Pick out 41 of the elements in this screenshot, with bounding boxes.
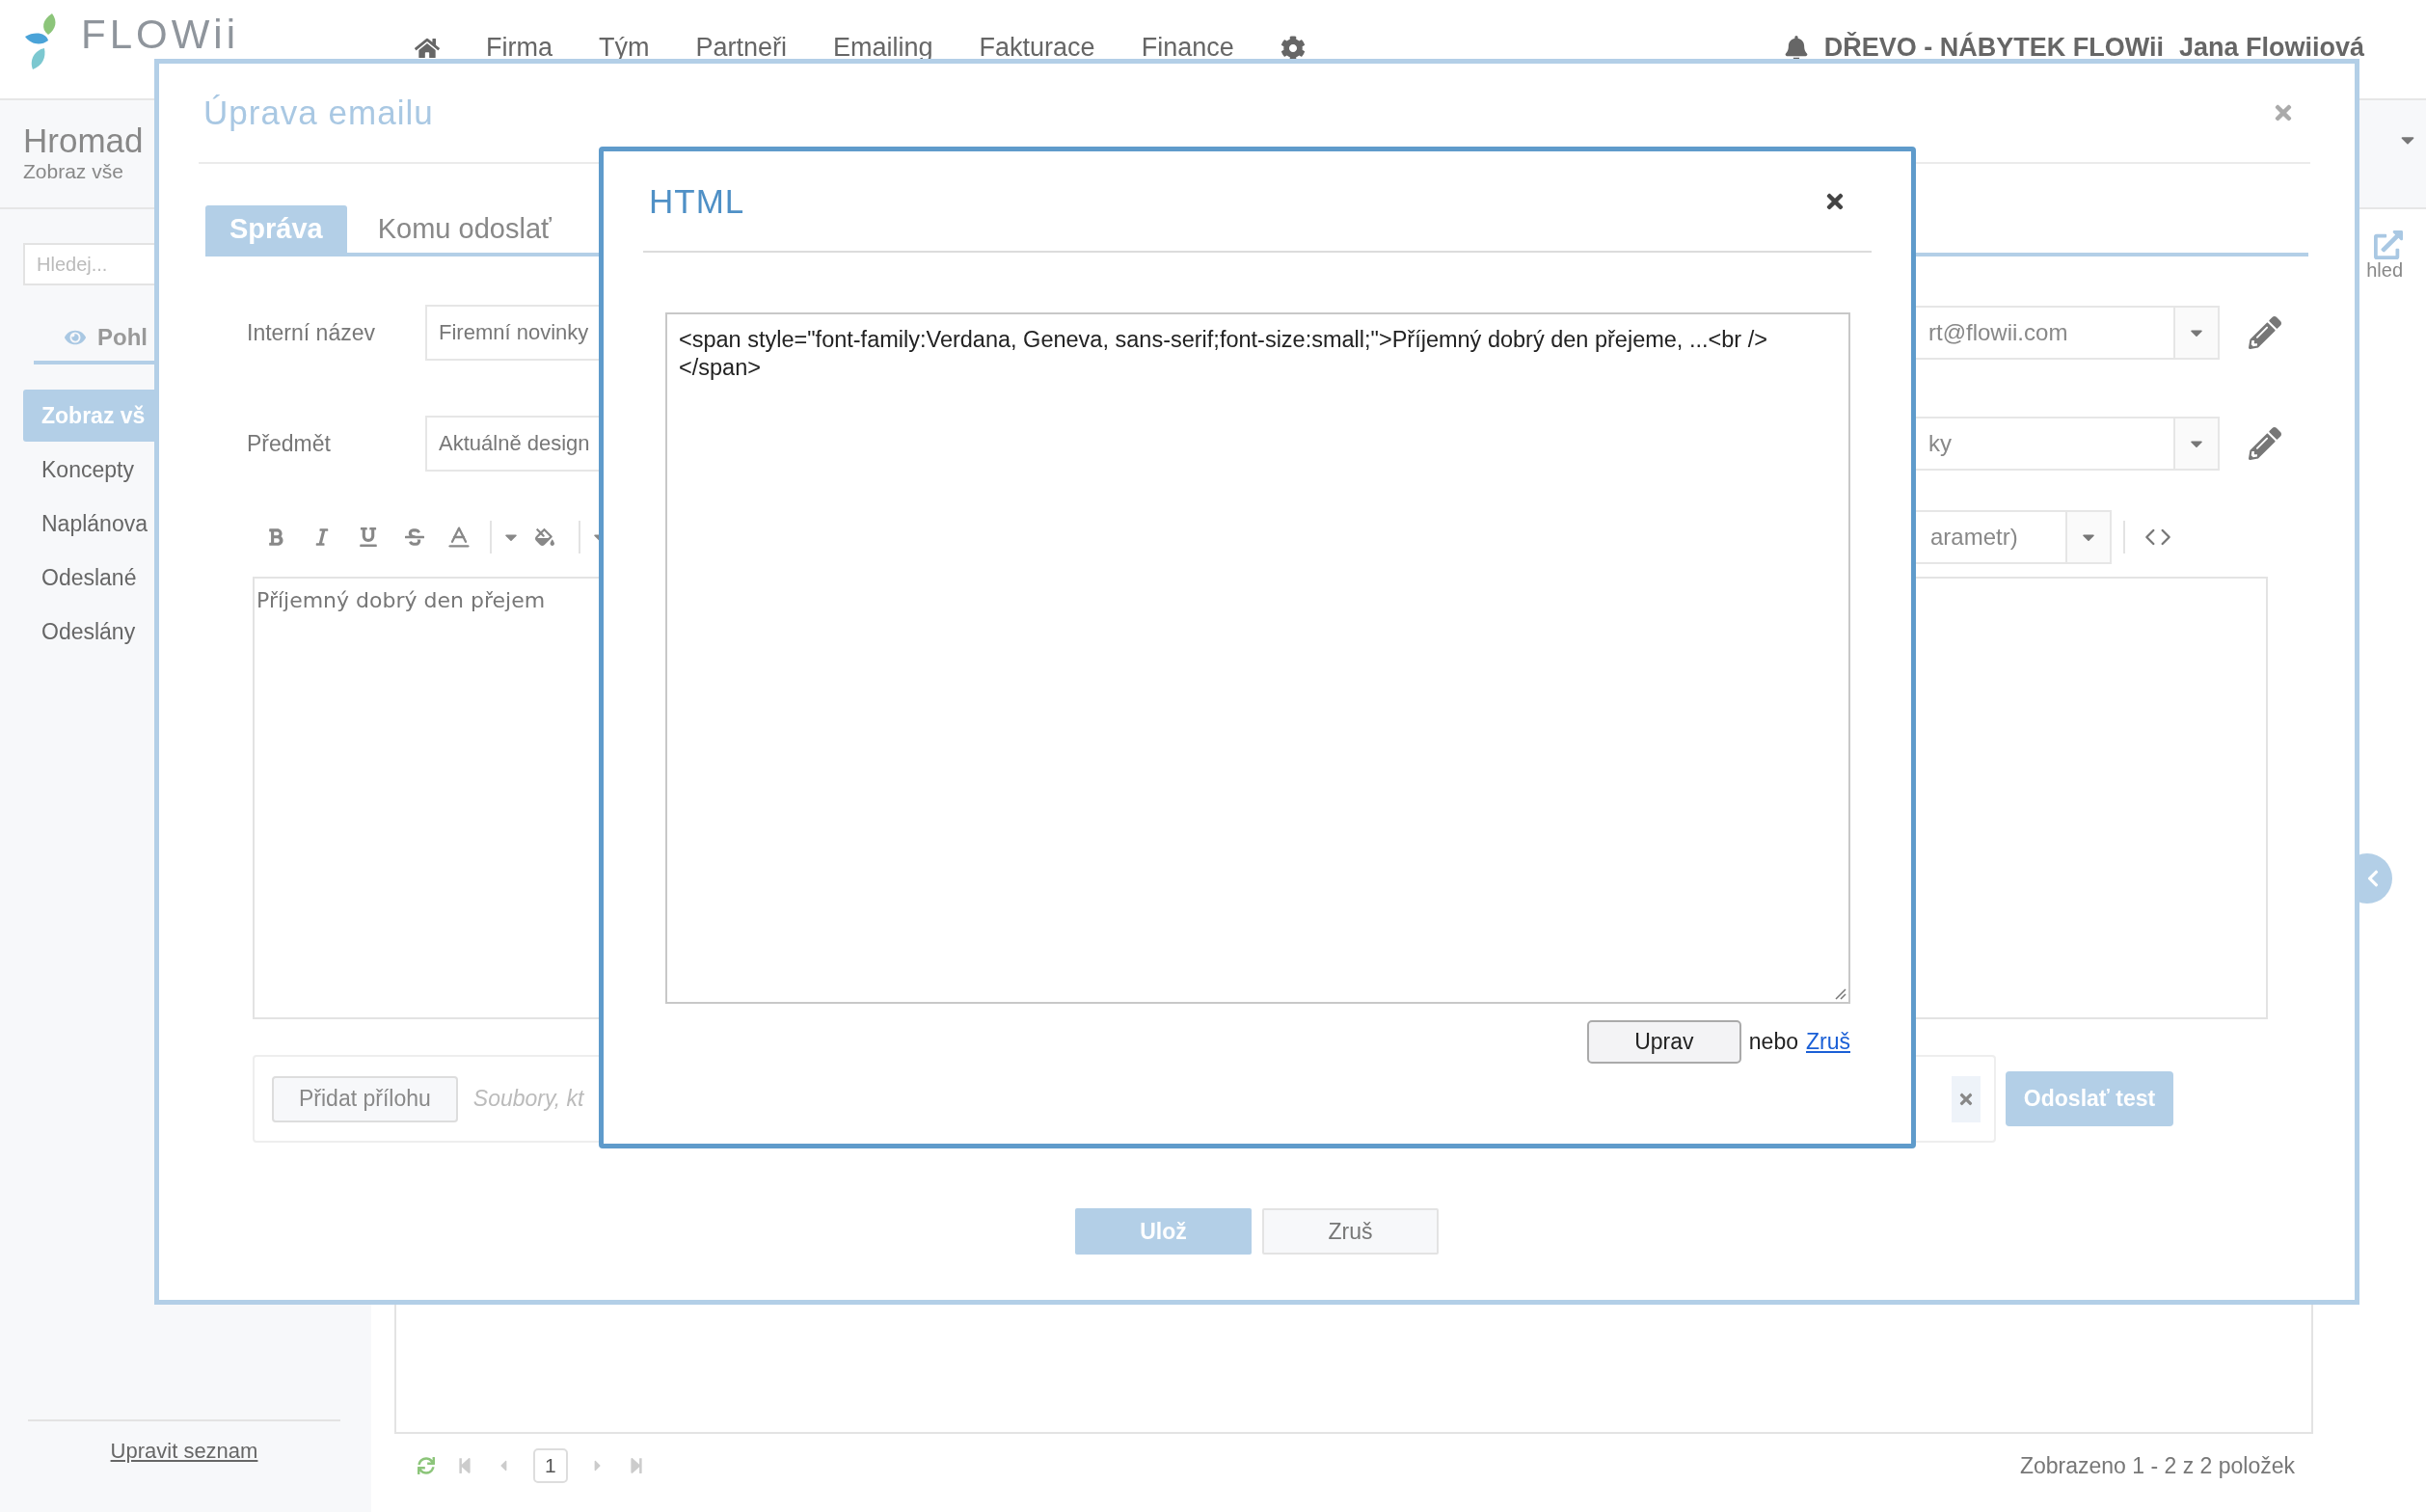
nav-link[interactable]: Firma (486, 33, 553, 63)
field-label: Předmět (247, 430, 332, 457)
caret-icon[interactable] (2173, 418, 2218, 469)
logo-text: FLOWii (81, 14, 239, 56)
add-attachment-button[interactable]: Přidat přílohu (272, 1075, 458, 1122)
field-label: Interní název (247, 319, 376, 346)
cancel-link[interactable]: Zruš (1806, 1029, 1850, 1055)
company-name[interactable]: DŘEVO - NÁBYTEK FLOWii (1823, 33, 2164, 63)
page-title: Hromad (23, 122, 145, 160)
code-field[interactable]: <span style="font-family:Verdana, Geneva, sans-serif;font-size:small;">Příjemný dobrý den přejeme, ...<br /> </span> (665, 312, 1850, 1004)
select-value: arametr) (1930, 524, 2018, 551)
tab[interactable]: Komu odoslať (346, 205, 582, 253)
resize-grip-icon[interactable] (1833, 986, 1846, 1000)
nav-link[interactable]: Emailing (833, 33, 933, 63)
items-summary: Zobrazeno 1 - 2 z 2 položek (2019, 1452, 2295, 1479)
pencil-icon[interactable] (2249, 427, 2281, 460)
view-tab-label: Pohl (97, 324, 148, 351)
nav-link[interactable]: Partneři (695, 33, 788, 63)
bell-icon[interactable] (1783, 35, 1809, 61)
cancel-button[interactable]: Zruš (1262, 1208, 1439, 1255)
dialog-title: Úprava emailu (203, 94, 434, 132)
settings-icon[interactable] (1280, 35, 1306, 61)
remove-icon[interactable] (1952, 1075, 1981, 1122)
select-value: rt@flowii.com (1928, 319, 2068, 346)
apply-button[interactable]: Uprav (1586, 1020, 1741, 1064)
select-value: ky (1928, 430, 1952, 457)
caret-icon[interactable] (2173, 308, 2218, 358)
or-text: nebo (1748, 1029, 1798, 1055)
pencil-icon[interactable] (2249, 316, 2281, 349)
preview-label: hled (2366, 259, 2403, 282)
dialog-title: HTML (649, 181, 745, 221)
refresh-icon[interactable] (418, 1457, 435, 1474)
user-name[interactable]: Jana Flowiiová (2178, 33, 2364, 63)
nav-link[interactable]: Fakturace (979, 33, 1095, 63)
page-number[interactable]: 1 (533, 1448, 568, 1483)
attachment-field[interactable]: Soubory, kt (472, 1086, 591, 1112)
nav-link[interactable]: Finance (1141, 33, 1234, 63)
edit-list-link[interactable]: Upravit seznam (110, 1439, 258, 1463)
caret-icon[interactable] (2065, 512, 2110, 562)
page-subtitle: Zobraz vše (23, 160, 124, 183)
nav-link[interactable]: Tým (599, 33, 650, 63)
